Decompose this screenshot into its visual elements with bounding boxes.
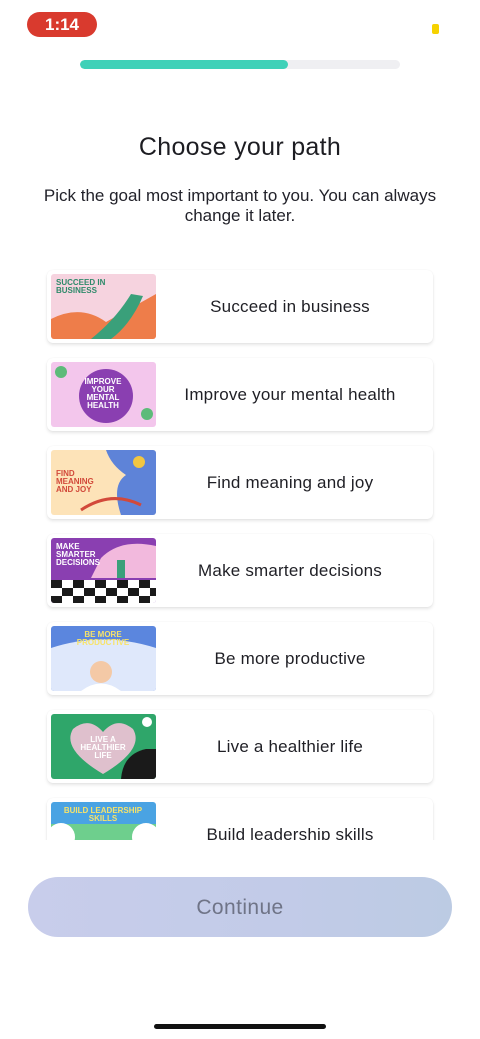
path-thumbnail-image: FIND MEANING AND JOY — [51, 450, 156, 515]
path-thumbnail-image: LIVE A HEALTHIER LIFE — [51, 714, 156, 779]
path-thumbnail-image: MAKE SMARTER DECISIONS — [51, 538, 156, 603]
path-thumbnail-image: SUCCEED IN BUSINESS — [51, 274, 156, 339]
page-subtitle: Pick the goal most important to you. You… — [43, 186, 437, 225]
path-illustration: IMPROVEYOURMENTALHEALTH — [51, 362, 156, 427]
thumb-text-line: DECISIONS — [56, 558, 101, 567]
path-card-label: Be more productive — [214, 649, 366, 668]
path-card-label: Find meaning and joy — [206, 473, 374, 492]
thumb-text-line: AND JOY — [56, 485, 92, 494]
path-thumbnail-image: IMPROVE YOUR MENTAL HEALTH — [51, 362, 156, 427]
path-illustration: LIVE AHEALTHIERLIFE — [51, 714, 156, 779]
path-illustration: BE MOREPRODUCTIVE — [51, 626, 156, 691]
path-illustration: FINDMEANINGAND JOY — [51, 450, 156, 515]
progress-fill — [80, 60, 288, 69]
path-thumbnail-image: BUILD LEADERSHIP SKILLS — [51, 802, 156, 840]
status-time: 1:14 — [27, 12, 97, 37]
thumb-text-line: SKILLS — [89, 814, 118, 823]
status-indicator-dot — [432, 24, 439, 34]
path-card-make-smarter-decisions[interactable]: MAKE SMARTER DECISIONS Make smarter decisio… — [47, 534, 433, 607]
home-indicator — [154, 1024, 326, 1029]
path-illustration: SUCCEED INBUSINESS — [51, 274, 156, 339]
path-card-live-a-healthier-life[interactable]: LIVE A HEALTHIER LIFE Live a healthier life — [47, 710, 433, 783]
path-card-label: Build leadership skills — [206, 825, 374, 840]
path-card-succeed-in-business[interactable]: SUCCEED IN BUSINESS Succeed in business — [47, 270, 433, 343]
path-illustration: BUILD LEADERSHIPSKILLS — [51, 802, 156, 840]
path-list[interactable]: SUCCEED IN BUSINESS Succeed in business IMP… — [0, 262, 480, 840]
path-card-label: Make smarter decisions — [198, 561, 382, 580]
page-title: Choose your path — [138, 133, 342, 161]
path-card-label: Improve your mental health — [184, 385, 396, 404]
thumb-text-line: LIFE — [94, 751, 112, 760]
path-card-label: Live a healthier life — [217, 737, 363, 756]
path-illustration: MAKESMARTERDECISIONS — [51, 538, 156, 603]
path-thumbnail-image: BE MORE PRODUCTIVE — [51, 626, 156, 691]
path-card-build-leadership-skills[interactable]: BUILD LEADERSHIP SKILLS Build leadership s… — [47, 798, 433, 840]
thumb-text-line: PRODUCTIVE — [77, 638, 130, 647]
thumb-text-line: HEALTH — [87, 401, 119, 410]
thumb-text-line: BUSINESS — [56, 286, 98, 295]
path-card-be-more-productive[interactable]: BE MORE PRODUCTIVE Be more productive — [47, 622, 433, 695]
path-card-improve-your-mental-health[interactable]: IMPROVE YOUR MENTAL HEALTH Improve your ment… — [47, 358, 433, 431]
path-card-label: Succeed in business — [210, 297, 370, 316]
continue-button[interactable]: Continue — [28, 877, 452, 937]
onboarding-progress-bar — [80, 60, 400, 69]
path-card-find-meaning-and-joy[interactable]: FIND MEANING AND JOY Find meaning and joy — [47, 446, 433, 519]
